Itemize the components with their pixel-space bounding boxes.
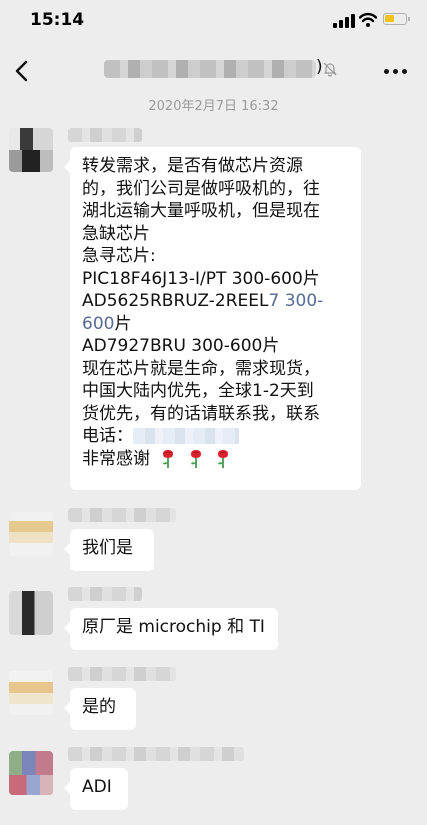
- phone-label: 电话：: [82, 426, 133, 446]
- message-line: 现在芯片就是生命，需求现货，: [82, 358, 320, 379]
- avatar[interactable]: [9, 671, 53, 715]
- mute-bell-icon: [323, 62, 337, 77]
- message-line: 转发需求，是否有做芯片资源: [82, 156, 303, 176]
- message-line: AD7927BRU 300-600片: [82, 336, 280, 356]
- message-line: 600片: [82, 313, 349, 336]
- message-text: ADI: [82, 777, 112, 797]
- status-time: 15:14: [30, 10, 85, 30]
- avatar[interactable]: [9, 128, 53, 172]
- message-timestamp: 2020年2月7日 16:32: [148, 99, 279, 114]
- chat-title-redacted: [104, 60, 316, 78]
- message-bubble[interactable]: 我们是: [64, 529, 154, 571]
- unit-text: 片: [114, 313, 132, 334]
- message-line: 电话：: [82, 425, 349, 448]
- sender-name-redacted: [68, 128, 142, 142]
- sender-name-redacted: [68, 587, 142, 601]
- chat-header: ): [0, 44, 427, 98]
- message-line: 的，我们公司是做呼吸机的，往: [82, 178, 320, 199]
- message-line: 急寻芯片:: [82, 246, 156, 266]
- sender-name-redacted: [68, 667, 176, 681]
- message-line: 急缺芯片: [82, 223, 150, 244]
- avatar[interactable]: [9, 751, 53, 795]
- message-line: 非常感谢: [82, 448, 349, 471]
- phone-number-link[interactable]: 7 300-: [268, 291, 323, 311]
- wifi-icon: [359, 12, 377, 27]
- message-line: 中国大陆内优先，全球1-2天到: [82, 381, 314, 401]
- more-icon[interactable]: [384, 69, 408, 75]
- message-text: 原厂是 microchip 和 TI: [82, 617, 265, 637]
- avatar[interactable]: [9, 591, 53, 635]
- phone-number-link-cont[interactable]: 600: [82, 314, 114, 334]
- message-bubble[interactable]: 原厂是 microchip 和 TI: [64, 608, 278, 650]
- thanks-text: 非常感谢: [82, 448, 150, 469]
- message-text: 我们是: [82, 538, 133, 558]
- back-icon[interactable]: [12, 58, 34, 84]
- message-bubble[interactable]: ADI: [64, 768, 128, 810]
- avatar[interactable]: [9, 512, 53, 556]
- phone-number-redacted: [133, 428, 239, 444]
- sender-name-redacted: [68, 747, 244, 761]
- status-bar: 15:14: [0, 0, 427, 44]
- signal-icon: [333, 14, 355, 28]
- rose-emoji-icon: [163, 449, 174, 468]
- rose-emoji-icon: [218, 449, 229, 468]
- message-line: 货优先，有的话请联系我，联系: [82, 403, 320, 424]
- message-bubble[interactable]: 是的: [64, 688, 136, 730]
- message-line: PIC18F46J13-I/PT 300-600片: [82, 268, 320, 289]
- message-bubble[interactable]: 转发需求，是否有做芯片资源 的，我们公司是做呼吸机的，往 湖北运输大量呼吸机，但…: [64, 147, 361, 490]
- message-line: AD5625RBRUZ-2REEL7 300-: [82, 290, 349, 313]
- part-number-text: AD5625RBRUZ-2REEL: [82, 291, 269, 311]
- sender-name-redacted: [68, 508, 176, 522]
- rose-emoji-icon: [190, 449, 201, 468]
- message-text: 是的: [82, 697, 116, 717]
- message-line: 湖北运输大量呼吸机，但是现在: [82, 201, 320, 221]
- battery-icon: [383, 13, 410, 25]
